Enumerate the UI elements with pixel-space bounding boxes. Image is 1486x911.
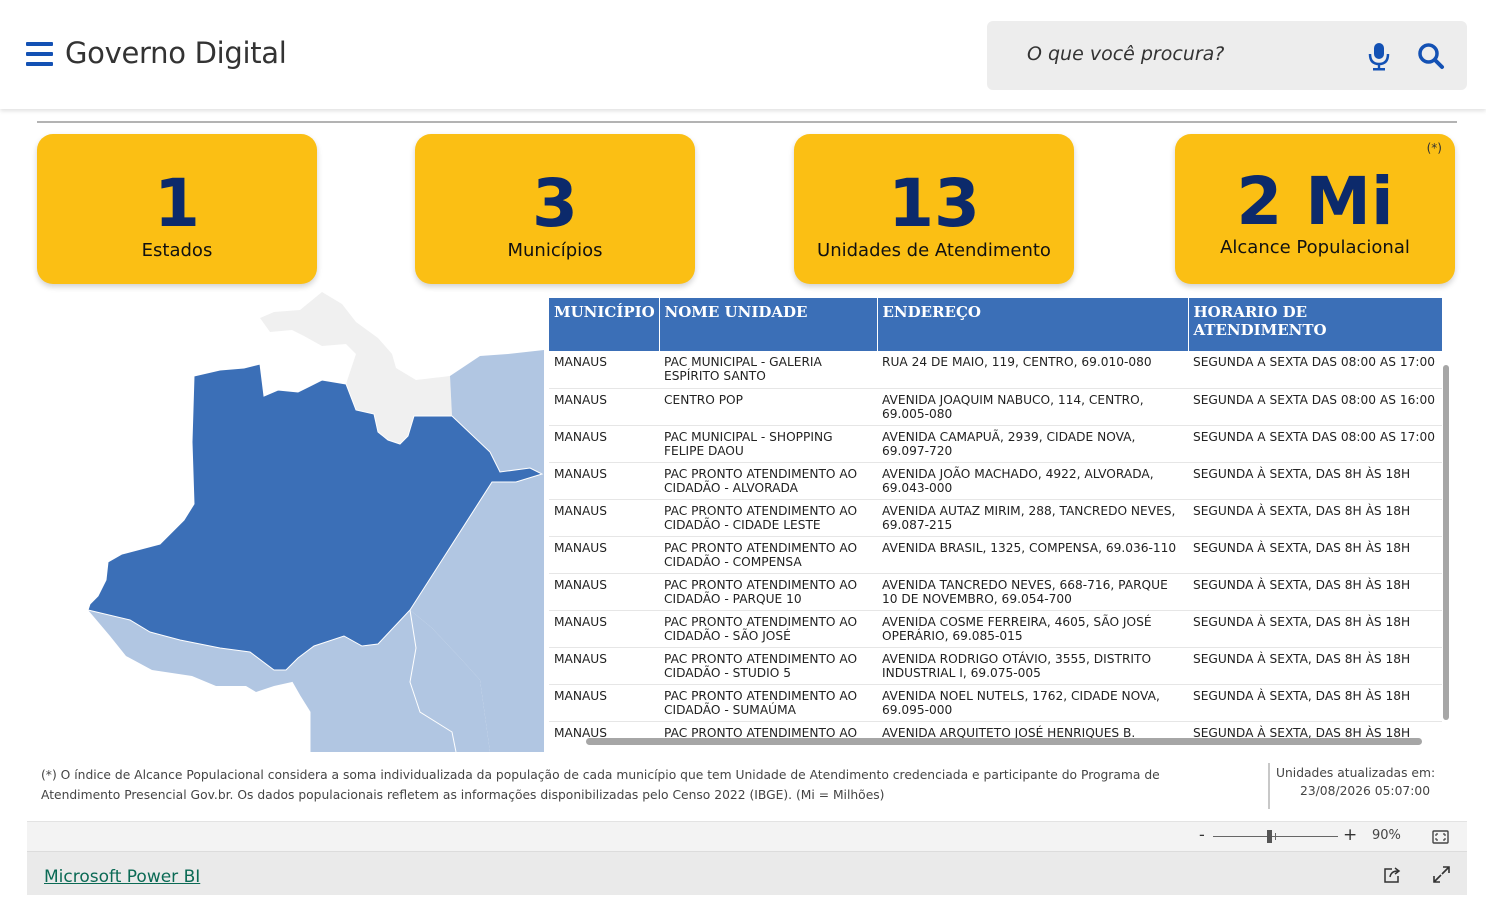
- cell-municipio: MANAUS: [549, 536, 659, 574]
- update-datetime: 23/08/2026 05:07:00: [1300, 784, 1431, 798]
- table-row[interactable]: MANAUSPAC PRONTO ATENDIMENTO AO CIDADÃO …: [549, 499, 1442, 537]
- table-row[interactable]: MANAUS PAC MUNICIPAL - SHOPPING FELIPE DA…: [549, 425, 1442, 463]
- cell-nome-unidade: CENTRO POP: [659, 388, 877, 426]
- search-input[interactable]: [1027, 43, 1347, 65]
- cell-horario: SEGUNDA A SEXTA DAS 08:00 AS 17:00: [1188, 351, 1442, 389]
- site-brand[interactable]: Governo Digital: [65, 36, 287, 70]
- column-header-horario[interactable]: HORARIO DE ATENDIMENTO: [1188, 298, 1442, 351]
- table-row[interactable]: MANAUS CENTRO POP AVENIDA JOAQUIM NABUCO, …: [549, 388, 1442, 426]
- column-header-nome-unidade[interactable]: NOME UNIDADE: [659, 298, 878, 351]
- table-row[interactable]: MANAUSPAC PRONTO ATENDIMENTO AO CIDADÃO …: [549, 684, 1442, 722]
- kpi-card-alcance[interactable]: (*) 2 Mi Alcance Populacional: [1175, 134, 1455, 284]
- kpi-footnote-marker: (*): [1426, 141, 1442, 155]
- cell-horario: SEGUNDA A SEXTA DAS 08:00 AS 16:00: [1188, 388, 1442, 426]
- zoom-in-button[interactable]: +: [1343, 825, 1357, 845]
- cell-endereco: AVENIDA RODRIGO OTÁVIO, 3555, DISTRITO I…: [877, 647, 1188, 685]
- zoom-bar: - + 90%: [27, 821, 1467, 851]
- zoom-level: 90%: [1372, 828, 1401, 843]
- cell-endereco: AVENIDA BRASIL, 1325, COMPENSA, 69.036-1…: [877, 536, 1188, 574]
- search-icon[interactable]: [1417, 41, 1445, 71]
- cell-municipio: MANAUS: [549, 388, 659, 426]
- zoom-slider-thumb[interactable]: [1267, 830, 1272, 843]
- cell-horario: SEGUNDA A SEXTA DAS 08:00 AS 17:00: [1188, 425, 1442, 463]
- share-icon[interactable]: [1383, 866, 1402, 884]
- powerbi-footer: Microsoft Power BI: [27, 851, 1467, 895]
- cell-horario: SEGUNDA À SEXTA, DAS 8H ÀS 18H: [1188, 610, 1442, 648]
- cell-municipio: MANAUS: [549, 499, 659, 537]
- cell-horario: SEGUNDA À SEXTA, DAS 8H ÀS 18H: [1188, 462, 1442, 500]
- table-horizontal-scrollbar[interactable]: [586, 738, 1422, 745]
- table-row[interactable]: MANAUSPAC PRONTO ATENDIMENTO AO CIDADÃO …: [549, 647, 1442, 685]
- kpi-card-estados[interactable]: 1 Estados: [37, 134, 317, 284]
- fullscreen-expand-icon[interactable]: [1433, 866, 1450, 883]
- kpi-label: Municípios: [507, 240, 603, 261]
- cell-municipio: MANAUS: [549, 684, 659, 722]
- kpi-card-unidades[interactable]: 13 Unidades de Atendimento: [794, 134, 1074, 284]
- cell-nome-unidade: PAC PRONTO ATENDIMENTO AO CIDADÃO - COMP…: [659, 536, 877, 574]
- population-footnote: (*) O índice de Alcance Populacional con…: [41, 768, 1160, 802]
- zoom-out-button[interactable]: -: [1199, 825, 1205, 844]
- cell-endereco: AVENIDA JOAQUIM NABUCO, 114, CENTRO, 69.…: [877, 388, 1188, 426]
- cell-municipio: MANAUS: [549, 647, 659, 685]
- table-row[interactable]: MANAUSPAC PRONTO ATENDIMENTO AO CIDADÃO …: [549, 573, 1442, 611]
- site-header: Governo Digital: [0, 0, 1486, 109]
- cell-endereco: AVENIDA COSME FERREIRA, 4605, SÃO JOSÉ O…: [877, 610, 1188, 648]
- cell-nome-unidade: PAC PRONTO ATENDIMENTO AO CIDADÃO - PARQ…: [659, 573, 877, 611]
- cell-municipio: MANAUS: [549, 425, 659, 463]
- table-row[interactable]: MANAUSPAC PRONTO ATENDIMENTO AO CIDADÃO …: [549, 610, 1442, 648]
- kpi-card-municipios[interactable]: 3 Municípios: [415, 134, 695, 284]
- table-header-row: MUNICÍPIO NOME UNIDADE ENDEREÇO HORARIO …: [549, 298, 1442, 351]
- powerbi-report: 1 Estados 3 Municípios 13 Unidades de At…: [27, 109, 1467, 821]
- cell-nome-unidade: PAC MUNICIPAL - GALERIA ESPÍRITO SANTO: [659, 351, 877, 389]
- cell-horario: SEGUNDA À SEXTA, DAS 8H ÀS 18H: [1188, 536, 1442, 574]
- kpi-label: Alcance Populacional: [1220, 237, 1410, 258]
- cell-endereco: AVENIDA CAMAPUÃ, 2939, CIDADE NOVA, 69.0…: [877, 425, 1188, 463]
- cell-municipio: MANAUS: [549, 610, 659, 648]
- cell-endereco: RUA 24 DE MAIO, 119, CENTRO, 69.010-080: [877, 351, 1188, 389]
- table-row[interactable]: MANAUSPAC PRONTO ATENDIMENTO AO CIDADÃO …: [549, 536, 1442, 574]
- zoom-slider-tick: [1275, 833, 1276, 840]
- kpi-value: 2 Mi: [1236, 163, 1394, 240]
- kpi-value: 1: [154, 165, 200, 242]
- kpi-label: Estados: [141, 240, 213, 261]
- cell-municipio: MANAUS: [549, 462, 659, 500]
- powerbi-link[interactable]: Microsoft Power BI: [44, 867, 200, 887]
- cell-endereco: AVENIDA TANCREDO NEVES, 668-716, PARQUE …: [877, 573, 1188, 611]
- cell-nome-unidade: PAC PRONTO ATENDIMENTO AO CIDADÃO - SÃO …: [659, 610, 877, 648]
- cell-endereco: AVENIDA JOÃO MACHADO, 4922, ALVORADA, 69…: [877, 462, 1188, 500]
- cell-municipio: MANAUS: [549, 573, 659, 611]
- divider: [37, 121, 1457, 123]
- cell-horario: SEGUNDA À SEXTA, DAS 8H ÀS 18H: [1188, 647, 1442, 685]
- cell-nome-unidade: PAC PRONTO ATENDIMENTO AO CIDADÃO - ALVO…: [659, 462, 877, 500]
- column-header-endereco[interactable]: ENDEREÇO: [877, 298, 1189, 351]
- hamburger-menu-icon[interactable]: [26, 42, 53, 66]
- cell-nome-unidade: PAC MUNICIPAL - SHOPPING FELIPE DAOU: [659, 425, 877, 463]
- state-map[interactable]: [60, 292, 544, 752]
- kpi-value: 13: [888, 165, 980, 242]
- update-info: Unidades atualizadas em: 23/08/2026 05:0…: [1268, 763, 1458, 809]
- table-vertical-scrollbar[interactable]: [1443, 365, 1449, 720]
- cell-endereco: AVENIDA NOEL NUTELS, 1762, CIDADE NOVA, …: [877, 684, 1188, 722]
- units-table: MUNICÍPIO NOME UNIDADE ENDEREÇO HORARIO …: [549, 298, 1442, 743]
- cell-horario: SEGUNDA À SEXTA, DAS 8H ÀS 18H: [1188, 499, 1442, 537]
- search-box: [987, 21, 1467, 90]
- microphone-icon[interactable]: [1367, 41, 1391, 71]
- cell-municipio: MANAUS: [549, 351, 659, 389]
- table-row[interactable]: MANAUSPAC PRONTO ATENDIMENTO AO CIDADÃO …: [549, 462, 1442, 500]
- kpi-label: Unidades de Atendimento: [817, 240, 1051, 261]
- fit-to-page-icon[interactable]: [1432, 830, 1449, 844]
- cell-horario: SEGUNDA À SEXTA, DAS 8H ÀS 18H: [1188, 573, 1442, 611]
- kpi-value: 3: [532, 165, 578, 242]
- cell-horario: SEGUNDA À SEXTA, DAS 8H ÀS 18H: [1188, 684, 1442, 722]
- table-row[interactable]: MANAUS PAC MUNICIPAL - GALERIA ESPÍRITO S…: [549, 351, 1442, 389]
- update-label: Unidades atualizadas em:: [1276, 766, 1436, 780]
- column-header-municipio[interactable]: MUNICÍPIO: [549, 298, 660, 351]
- units-table-container[interactable]: MUNICÍPIO NOME UNIDADE ENDEREÇO HORARIO …: [549, 298, 1442, 743]
- cell-nome-unidade: PAC PRONTO ATENDIMENTO AO CIDADÃO - SUMA…: [659, 684, 877, 722]
- cell-endereco: AVENIDA AUTAZ MIRIM, 288, TANCREDO NEVES…: [877, 499, 1188, 537]
- cell-nome-unidade: PAC PRONTO ATENDIMENTO AO CIDADÃO - CIDA…: [659, 499, 877, 537]
- cell-nome-unidade: PAC PRONTO ATENDIMENTO AO CIDADÃO - STUD…: [659, 647, 877, 685]
